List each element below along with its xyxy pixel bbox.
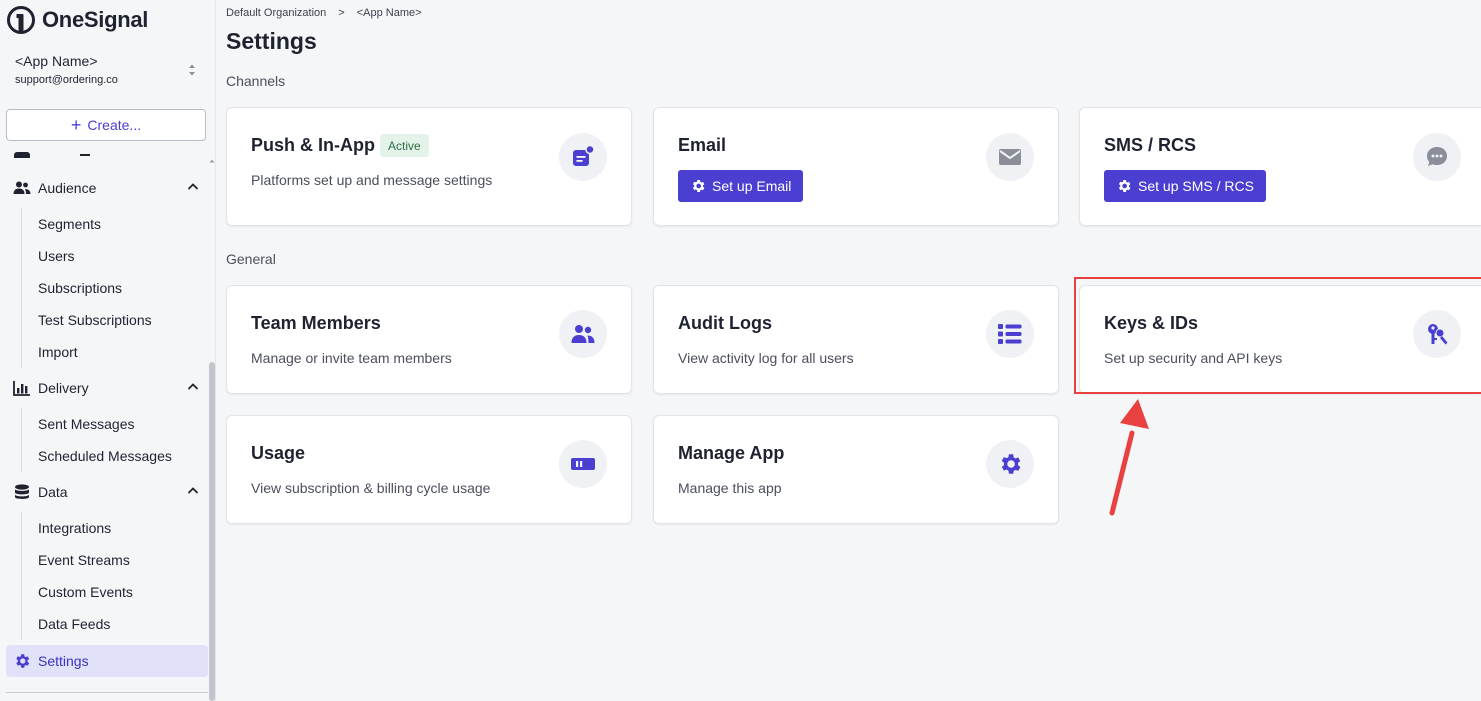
card-title: Email	[678, 135, 727, 155]
sidebar-item-import[interactable]: Import	[38, 344, 78, 360]
sidebar-item-test-subscriptions[interactable]: Test Subscriptions	[38, 312, 152, 328]
status-badge: Active	[380, 134, 429, 157]
tree-line	[21, 512, 22, 640]
sidebar-item-integrations[interactable]: Integrations	[38, 520, 111, 536]
breadcrumb-separator: >	[338, 7, 345, 19]
setup-sms-label: Set up SMS / RCS	[1138, 178, 1254, 194]
sidebar-scrollbar-thumb[interactable]	[209, 362, 215, 701]
card-title: Manage App	[678, 443, 785, 463]
card-push-in-app[interactable]: Push & In-App Active Platforms set up an…	[226, 107, 632, 226]
sidebar-item-custom-events[interactable]: Custom Events	[38, 584, 133, 600]
card-description: Manage or invite team members	[251, 350, 452, 366]
chevron-up-icon[interactable]	[187, 382, 199, 392]
annotation-arrow-icon	[1109, 399, 1149, 516]
sidebar-item-event-streams[interactable]: Event Streams	[38, 552, 130, 568]
gear-icon	[16, 654, 30, 668]
card-email[interactable]: Email Set up Email	[653, 107, 1059, 226]
sidebar-item-subscriptions[interactable]: Subscriptions	[38, 280, 122, 296]
card-manage-app[interactable]: Manage App Manage this app	[653, 415, 1059, 524]
sidebar-group-data[interactable]: Data	[0, 476, 212, 508]
sidebar-item-settings-label: Settings	[38, 653, 89, 669]
breadcrumb-app[interactable]: <App Name>	[357, 7, 422, 19]
section-label-general: General	[226, 251, 276, 267]
card-audit-logs[interactable]: Audit Logs View activity log for all use…	[653, 285, 1059, 394]
tree-line	[21, 408, 22, 472]
usage-meter-icon	[559, 440, 607, 488]
bar-chart-icon	[13, 381, 30, 396]
sidebar-item-settings[interactable]: Settings	[6, 645, 208, 677]
sidebar-item-scheduled-messages[interactable]: Scheduled Messages	[38, 448, 172, 464]
card-title: SMS / RCS	[1104, 135, 1197, 155]
plus-icon: +	[70, 115, 82, 135]
onesignal-logo[interactable]: OneSignal	[6, 5, 148, 35]
sidebar-item-sent-messages[interactable]: Sent Messages	[38, 416, 135, 432]
users-icon	[13, 181, 31, 194]
card-description: View activity log for all users	[678, 350, 854, 366]
sidebar-item-data-feeds[interactable]: Data Feeds	[38, 616, 110, 632]
setup-email-button[interactable]: Set up Email	[678, 170, 804, 202]
sidebar-group-audience[interactable]: Audience	[0, 172, 212, 204]
sidebar-item-segments[interactable]: Segments	[38, 216, 101, 232]
database-icon	[15, 484, 29, 499]
card-team-members[interactable]: Team Members Manage or invite team membe…	[226, 285, 632, 394]
sidebar: OneSignal <App Name> support@ordering.co…	[0, 0, 216, 701]
chat-bubble-icon	[1413, 133, 1461, 181]
updown-chevron-icon	[189, 64, 195, 76]
card-usage[interactable]: Usage View subscription & billing cycle …	[226, 415, 632, 524]
gear-icon	[986, 440, 1034, 488]
page-title: Settings	[226, 28, 317, 54]
section-label-channels: Channels	[226, 73, 286, 89]
sidebar-divider	[6, 692, 208, 693]
breadcrumb-org[interactable]: Default Organization	[226, 7, 326, 19]
tree-line	[21, 208, 22, 368]
card-sms-rcs[interactable]: SMS / RCS Set up SMS / RCS	[1079, 107, 1481, 226]
card-title: Team Members	[251, 313, 381, 333]
create-button-label: Create...	[87, 117, 142, 133]
push-notification-icon	[559, 133, 607, 181]
chevron-up-icon[interactable]	[187, 486, 199, 496]
setup-sms-button[interactable]: Set up SMS / RCS	[1104, 170, 1266, 202]
card-description: Manage this app	[678, 480, 782, 496]
sidebar-nav: Audience Segments Users Subscriptions Te…	[0, 150, 212, 701]
breadcrumb: Default Organization > <App Name>	[226, 7, 422, 19]
account-email: support@ordering.co	[15, 74, 118, 86]
chevron-up-icon[interactable]	[187, 182, 199, 192]
setup-email-label: Set up Email	[712, 178, 792, 194]
create-button[interactable]: + Create...	[6, 109, 206, 141]
brand-name: OneSignal	[42, 7, 149, 32]
envelope-icon	[986, 133, 1034, 181]
gear-icon	[1118, 180, 1131, 192]
sidebar-item-users[interactable]: Users	[38, 248, 75, 264]
sidebar-group-data-label: Data	[38, 484, 68, 500]
list-icon	[986, 310, 1034, 358]
card-title: Usage	[251, 443, 306, 463]
sidebar-group-audience-label: Audience	[38, 180, 97, 196]
card-description: Platforms set up and message settings	[251, 172, 493, 188]
sidebar-group-delivery[interactable]: Delivery	[0, 372, 212, 404]
sidebar-group-delivery-label: Delivery	[38, 380, 89, 396]
team-icon	[559, 310, 607, 358]
card-title: Audit Logs	[678, 313, 772, 333]
scroll-up-icon[interactable]	[209, 158, 215, 164]
app-name: <App Name>	[15, 53, 98, 69]
clipped-nav-icon	[14, 152, 30, 158]
clipped-nav-label	[80, 154, 90, 156]
app-switcher[interactable]: <App Name> support@ordering.co	[15, 53, 200, 93]
annotation-highlight-box	[1074, 277, 1481, 394]
card-description: View subscription & billing cycle usage	[251, 480, 491, 496]
gear-icon	[692, 180, 705, 192]
onesignal-logo-icon	[7, 6, 35, 34]
card-title: Push & In-App	[251, 135, 375, 155]
